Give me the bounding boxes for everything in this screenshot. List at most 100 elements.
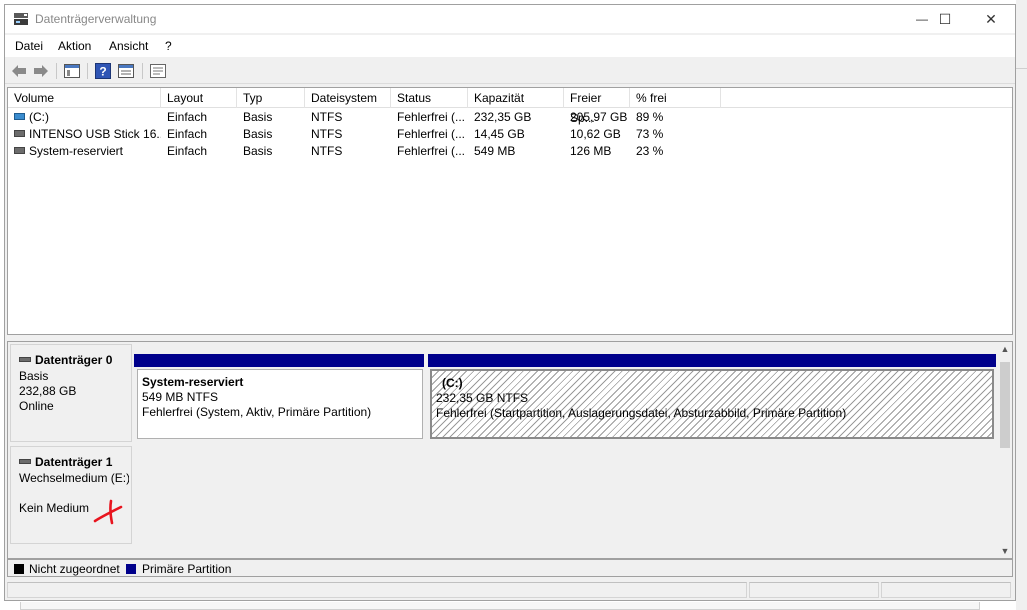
settings-list-button[interactable] — [148, 61, 168, 81]
cell-kapazitaet: 549 MB — [474, 144, 516, 158]
legend-primary: Primäre Partition — [142, 562, 232, 576]
cell-freier-speicher: 126 MB — [570, 144, 612, 158]
disk-1-state: Kein Medium — [19, 501, 90, 515]
table-row[interactable]: (C:) Einfach Basis NTFS Fehlerfrei (... … — [8, 109, 1012, 126]
col-freier-speicher[interactable]: Freier Sp... — [564, 88, 630, 125]
window-title: Datenträgerverwaltung — [35, 12, 157, 26]
cell-prozent-frei: 23 % — [636, 144, 664, 158]
col-layout[interactable]: Layout — [161, 88, 237, 108]
menu-bar: Datei Aktion Ansicht ? — [5, 35, 1015, 57]
partition-system-reserved[interactable]: System-reserviert 549 MB NTFS Fehlerfrei… — [137, 369, 423, 439]
disk-1-partitions — [134, 446, 996, 544]
console-tree-button[interactable] — [62, 61, 82, 81]
toolbar: ? — [5, 58, 1015, 84]
cell-status: Fehlerfrei (... — [397, 127, 466, 141]
partition-title: System-reserviert — [142, 375, 244, 389]
disk-0-name: Datenträger 0 — [19, 353, 112, 367]
disk-0-state: Online — [19, 399, 54, 413]
properties-icon — [118, 64, 134, 78]
disk-0-size: 232,88 GB — [19, 384, 77, 398]
red-cross-mark — [93, 499, 123, 525]
cell-volume: (C:) — [8, 109, 161, 126]
settings-list-icon — [150, 64, 166, 78]
disk-icon — [19, 357, 31, 362]
scroll-down-icon[interactable]: ▼ — [998, 544, 1012, 558]
cell-kapazitaet: 14,45 GB — [474, 127, 525, 141]
col-prozent-frei[interactable]: % frei — [630, 88, 721, 108]
forward-arrow-icon — [34, 65, 48, 77]
system-drive-icon — [14, 113, 25, 121]
disk-management-icon — [14, 13, 28, 25]
legend: Nicht zugeordnet Primäre Partition — [7, 559, 1013, 577]
properties-button[interactable] — [116, 61, 136, 81]
col-dateisystem[interactable]: Dateisystem — [305, 88, 391, 108]
close-button[interactable]: ✕ — [968, 5, 1014, 33]
col-kapazitaet[interactable]: Kapazität — [468, 88, 564, 108]
disk-management-window: Datenträgerverwaltung — ☐ ✕ Datei Aktion… — [4, 4, 1016, 601]
console-tree-icon — [64, 64, 80, 78]
svg-text:?: ? — [99, 65, 106, 79]
cell-freier-speicher: 205,97 GB — [570, 110, 628, 124]
cell-prozent-frei: 89 % — [636, 110, 664, 124]
cell-freier-speicher: 10,62 GB — [570, 127, 621, 141]
volume-list: Volume Layout Typ Dateisystem Status Kap… — [7, 87, 1013, 335]
legend-unallocated: Nicht zugeordnet — [29, 562, 120, 576]
partition-bar — [428, 354, 996, 367]
maximize-icon: ☐ — [938, 10, 952, 27]
col-typ[interactable]: Typ — [237, 88, 305, 108]
menu-aktion[interactable]: Aktion — [58, 39, 91, 53]
forward-button[interactable] — [31, 61, 51, 81]
unallocated-swatch — [14, 564, 24, 574]
volume-name: (C:) — [29, 110, 49, 124]
col-volume[interactable]: Volume — [8, 88, 161, 108]
back-button[interactable] — [9, 61, 29, 81]
disk-0-name-text: Datenträger 0 — [35, 353, 113, 367]
disk-1-name: Datenträger 1 — [19, 455, 112, 469]
partition-bar — [134, 354, 424, 367]
menu-datei[interactable]: Datei — [15, 39, 43, 53]
table-row[interactable]: INTENSO USB Stick 16... Einfach Basis NT… — [8, 126, 1012, 143]
disk-icon — [19, 459, 31, 464]
cell-status: Fehlerfrei (... — [397, 110, 466, 124]
pane-splitter[interactable] — [5, 336, 1015, 340]
maximize-button[interactable]: ☐ — [922, 5, 968, 33]
cell-kapazitaet: 232,35 GB — [474, 110, 532, 124]
partition-c-drive[interactable]: (C:) 232,35 GB NTFS Fehlerfrei (Startpar… — [430, 369, 994, 439]
cell-volume: System-reserviert — [8, 143, 161, 160]
toolbar-separator — [87, 63, 88, 79]
primary-partition-swatch — [126, 564, 136, 574]
scrollbar-thumb[interactable] — [1000, 362, 1010, 448]
status-segment — [749, 582, 879, 598]
help-button[interactable]: ? — [93, 61, 113, 81]
menu-ansicht[interactable]: Ansicht — [109, 39, 148, 53]
menu-help[interactable]: ? — [165, 39, 172, 53]
title-bar[interactable]: Datenträgerverwaltung — ☐ ✕ — [5, 5, 1015, 33]
disk-1-name-text: Datenträger 1 — [35, 455, 113, 469]
help-icon: ? — [95, 63, 111, 79]
disk-0-partitions: System-reserviert 549 MB NTFS Fehlerfrei… — [134, 354, 996, 442]
cell-typ: Basis — [243, 110, 273, 124]
disk-0-type: Basis — [19, 369, 49, 383]
status-segment — [881, 582, 1011, 598]
toolbar-separator — [56, 63, 57, 79]
cell-volume: INTENSO USB Stick 16... — [8, 126, 161, 143]
close-icon: ✕ — [985, 10, 997, 27]
scroll-up-icon[interactable]: ▲ — [998, 342, 1012, 356]
volume-name: INTENSO USB Stick 16... — [29, 127, 161, 141]
partition-status: Fehlerfrei (Startpartition, Auslagerungs… — [436, 406, 847, 420]
col-status[interactable]: Status — [391, 88, 468, 108]
disk-0-label[interactable]: Datenträger 0 Basis 232,88 GB Online — [10, 344, 132, 442]
status-bar — [5, 579, 1015, 600]
disk-1-type: Wechselmedium (E:) — [19, 471, 129, 485]
disk-map-scrollbar[interactable]: ▲ ▼ — [998, 342, 1012, 558]
drive-icon — [14, 147, 25, 155]
partition-status: Fehlerfrei (System, Aktiv, Primäre Parti… — [142, 405, 372, 419]
volume-name: System-reserviert — [29, 144, 124, 158]
toolbar-separator — [142, 63, 143, 79]
cell-status: Fehlerfrei (... — [397, 144, 466, 158]
background-page-bottom — [20, 602, 980, 610]
table-row[interactable]: System-reserviert Einfach Basis NTFS Feh… — [8, 143, 1012, 160]
disk-1-label[interactable]: Datenträger 1 Wechselmedium (E:) Kein Me… — [10, 446, 132, 544]
drive-icon — [14, 130, 25, 138]
cell-typ: Basis — [243, 144, 273, 158]
